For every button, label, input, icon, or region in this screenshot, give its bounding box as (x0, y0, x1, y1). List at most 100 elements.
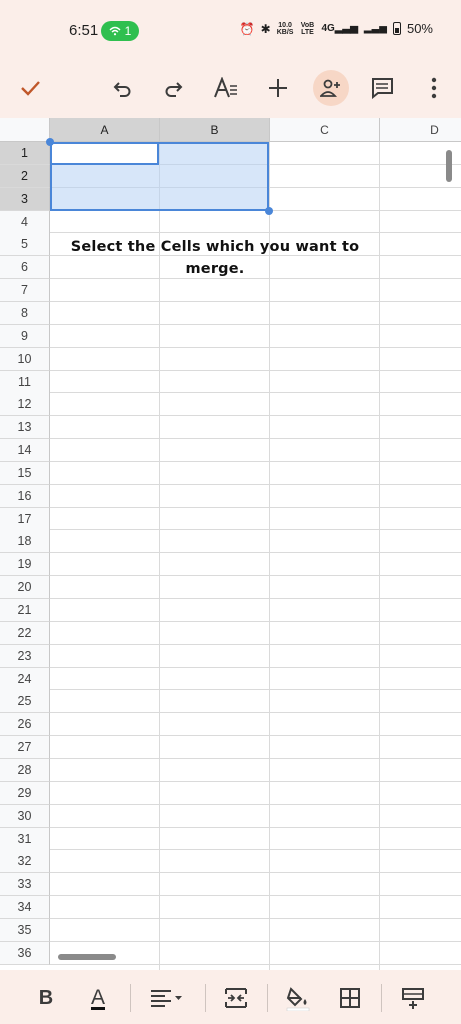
row-header[interactable]: 36 (0, 941, 50, 965)
battery-icon (392, 22, 401, 35)
text-format-icon[interactable] (204, 66, 248, 110)
row-header[interactable]: 20 (0, 576, 50, 600)
row-header[interactable]: 5 (0, 233, 50, 257)
row-divider (50, 392, 461, 394)
row-header[interactable]: 25 (0, 690, 50, 714)
row-divider (50, 826, 461, 828)
text-color-icon[interactable]: A (78, 978, 118, 1018)
comment-icon[interactable] (360, 66, 404, 110)
hotspot-count: 1 (124, 24, 132, 38)
row-header[interactable]: 22 (0, 621, 50, 645)
wifi-icon (109, 26, 121, 36)
row-header[interactable]: 30 (0, 804, 50, 828)
column-header-b[interactable]: B (160, 118, 270, 142)
row-divider (50, 575, 461, 577)
row-header[interactable]: 28 (0, 758, 50, 782)
row-header[interactable]: 4 (0, 210, 50, 234)
borders-icon[interactable] (330, 978, 370, 1018)
row-header[interactable]: 19 (0, 553, 50, 577)
row-header[interactable]: 17 (0, 507, 50, 531)
row-header[interactable]: 14 (0, 439, 50, 463)
row-header[interactable]: 29 (0, 781, 50, 805)
active-cell[interactable] (50, 142, 159, 165)
row-header[interactable]: 32 (0, 850, 50, 874)
row-header[interactable]: 24 (0, 667, 50, 691)
status-bar: 6:51 1 ⏰ ✱ 10.0 KB/S VoB LTE 4G▂▃▅ ▂▃▅ 50… (0, 0, 461, 58)
row-divider (50, 689, 461, 691)
selection-handle-bottom-right[interactable] (265, 207, 273, 215)
row-divider (50, 963, 461, 965)
fill-color-icon[interactable] (278, 978, 318, 1018)
instruction-text: Select the Cells which you want to merge… (70, 239, 360, 277)
row-header[interactable]: 9 (0, 324, 50, 348)
merge-cells-icon[interactable] (216, 978, 256, 1018)
row-header[interactable]: 35 (0, 918, 50, 942)
row-divider (50, 232, 461, 234)
bold-icon[interactable]: B (26, 978, 66, 1018)
row-divider (50, 803, 461, 805)
row-divider (50, 460, 461, 462)
row-header[interactable]: 16 (0, 484, 50, 508)
share-person-add-icon[interactable] (313, 70, 349, 106)
net-speed: 10.0 KB/S (276, 21, 294, 36)
alarm-icon: ⏰ (239, 21, 255, 36)
row-divider (50, 483, 461, 485)
row-divider (50, 346, 461, 348)
volte-indicator: VoB LTE (300, 21, 315, 36)
status-time: 6:51 (69, 22, 99, 39)
select-all-corner[interactable] (0, 118, 50, 142)
row-header[interactable]: 18 (0, 530, 50, 554)
row-header[interactable]: 15 (0, 461, 50, 485)
row-header[interactable]: 10 (0, 347, 50, 371)
row-divider (50, 940, 461, 942)
row-divider (50, 757, 461, 759)
row-header[interactable]: 34 (0, 896, 50, 920)
row-header[interactable]: 26 (0, 713, 50, 737)
selection-handle-top-left[interactable] (46, 138, 54, 146)
row-header[interactable]: 2 (0, 164, 50, 188)
row-header[interactable]: 13 (0, 416, 50, 440)
bluetooth-icon: ✱ (260, 21, 271, 36)
toolbar-separator (267, 984, 268, 1012)
row-header[interactable]: 11 (0, 370, 50, 394)
column-header-d[interactable]: D (380, 118, 461, 142)
insert-row-icon[interactable] (393, 978, 433, 1018)
row-header[interactable]: 33 (0, 873, 50, 897)
row-header[interactable]: 31 (0, 827, 50, 851)
align-icon[interactable] (146, 978, 186, 1018)
vertical-scrollbar[interactable] (446, 150, 452, 182)
row-header[interactable]: 7 (0, 279, 50, 303)
row-divider (50, 620, 461, 622)
row-header[interactable]: 8 (0, 301, 50, 325)
row-divider (50, 438, 461, 440)
status-icons: ⏰ ✱ 10.0 KB/S VoB LTE 4G▂▃▅ ▂▃▅ 50% (240, 21, 433, 36)
row-header[interactable]: 1 (0, 142, 50, 165)
column-header-a[interactable]: A (50, 118, 160, 142)
row-divider (50, 529, 461, 531)
undo-icon[interactable] (100, 66, 144, 110)
check-icon[interactable] (8, 66, 52, 110)
row-divider (50, 506, 461, 508)
row-divider (50, 369, 461, 371)
horizontal-scrollbar[interactable] (58, 954, 116, 960)
row-divider (50, 666, 461, 668)
add-icon[interactable] (256, 66, 300, 110)
row-header[interactable]: 6 (0, 256, 50, 280)
redo-icon[interactable] (152, 66, 196, 110)
row-divider (50, 712, 461, 714)
row-header[interactable]: 27 (0, 736, 50, 760)
spreadsheet-grid[interactable]: A B C D 1 2 3 4 5 6 7 8 9 10 11 12 13 14 15 16 17 18 19 20 2… (0, 118, 461, 970)
column-header-c[interactable]: C (270, 118, 380, 142)
more-vert-icon[interactable] (412, 66, 456, 110)
row-header[interactable]: 23 (0, 644, 50, 668)
toolbar-separator (130, 984, 131, 1012)
row-divider (50, 735, 461, 737)
row-divider (50, 300, 461, 302)
top-toolbar (0, 58, 461, 118)
row-header[interactable]: 3 (0, 187, 50, 211)
row-header[interactable]: 21 (0, 599, 50, 622)
signal-icon: 4G▂▃▅ (321, 23, 358, 34)
toolbar-separator (381, 984, 382, 1012)
row-divider (50, 872, 461, 874)
row-header[interactable]: 12 (0, 393, 50, 417)
